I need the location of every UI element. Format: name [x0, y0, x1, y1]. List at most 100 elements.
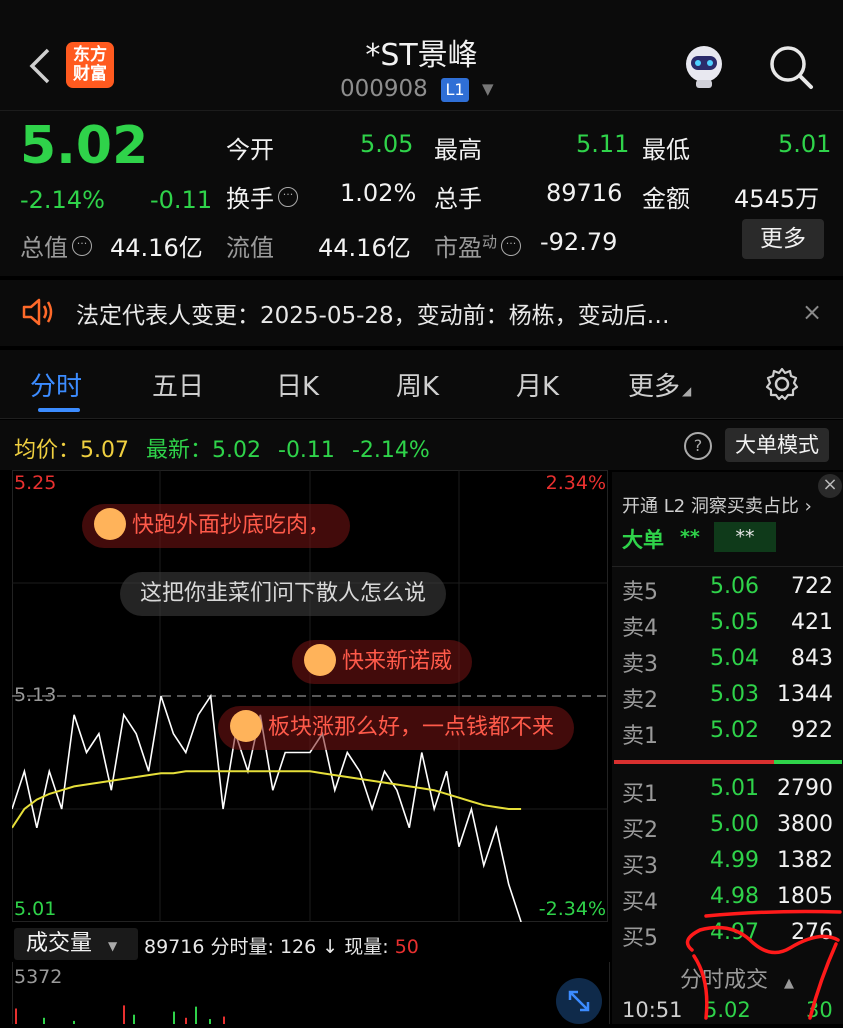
pe-value: -92.79 [540, 228, 618, 256]
comment-text: 快跑外面抄底吃肉， [132, 513, 331, 538]
chevron-down-icon: ▼ [108, 939, 118, 953]
comment-bubble[interactable]: 板块涨那么好，一点钱都不来 [218, 706, 575, 750]
high-label: 最高 [434, 136, 482, 164]
current-volume-label: 现量: [344, 936, 389, 958]
latest-value: 5.02 [212, 438, 261, 463]
robot-assistant-icon[interactable] [678, 40, 730, 92]
pe-superscript: 动 [482, 233, 498, 251]
y-axis-top: 5.25 [14, 472, 57, 494]
order-level-price: 5.05 [710, 610, 759, 635]
y-axis-mid: 5.13 [14, 684, 57, 706]
mktcap-value: 44.16亿 [110, 234, 203, 262]
notice-text[interactable]: 法定代表人变更：2025-05-28，变动前：杨栋，变动后… [76, 296, 670, 330]
avg-label: 均价： [14, 438, 81, 463]
volume-bar [123, 1005, 125, 1024]
mktcap-label[interactable]: 总值 ··· [20, 228, 92, 263]
order-level-price: 4.99 [710, 848, 759, 873]
volume-bar [195, 1006, 197, 1024]
divider [612, 566, 843, 567]
chevron-down-icon[interactable]: ▼ [482, 80, 494, 98]
order-level-qty: 1382 [777, 848, 833, 873]
volume-label: 总手 [434, 185, 482, 213]
tab-daily-k[interactable]: 日K [276, 366, 319, 403]
order-level-label: 买1 [622, 782, 658, 807]
tab-intraday[interactable]: 分时 [30, 366, 82, 403]
pct-axis-top: 2.34% [545, 472, 606, 494]
big-order-mode-button[interactable]: 大单模式 [725, 428, 829, 462]
avg-price-line [12, 770, 522, 829]
minute-volume: 126 [279, 936, 317, 958]
order-level-qty: 2790 [777, 776, 833, 801]
change-percent: -2.14% [20, 186, 105, 214]
volume-max-label: 5372 [14, 966, 63, 988]
close-icon[interactable]: × [818, 474, 842, 498]
tab-five-day[interactable]: 五日 [152, 366, 204, 403]
low-value: 5.01 [778, 130, 832, 158]
big-order-value: ** [680, 526, 700, 548]
close-icon[interactable]: × [802, 298, 822, 326]
order-level-qty: 1344 [777, 682, 833, 707]
tab-more[interactable]: 更多 ◢ [628, 366, 691, 403]
tab-more-label: 更多 [628, 372, 681, 402]
info-icon[interactable]: ··· [72, 236, 92, 256]
volume-total: 89716 [144, 936, 205, 958]
tab-monthly-k[interactable]: 月K [516, 366, 559, 403]
info-icon[interactable]: ··· [278, 187, 298, 207]
latest-change: -0.11 [278, 438, 335, 463]
search-icon[interactable] [766, 42, 816, 92]
expand-icon[interactable] [556, 978, 602, 1024]
order-level-qty: 3800 [777, 812, 833, 837]
last-price: 5.02 [20, 116, 149, 176]
more-button[interactable]: 更多 [742, 219, 824, 259]
order-level-label: 卖4 [622, 616, 658, 641]
amount-value: 4545万 [734, 185, 820, 213]
pe-label-text: 市盈 [434, 234, 482, 262]
volume-stats: 89716 分时量: 126 ↓ 现量: 50 [144, 932, 419, 959]
avatar-emoji-icon [304, 644, 336, 676]
order-level-price: 5.02 [710, 718, 759, 743]
comment-bubble[interactable]: 快来新诺威 [292, 640, 473, 684]
order-level-price: 5.04 [710, 646, 759, 671]
high-value: 5.11 [576, 130, 630, 158]
volume-chart[interactable] [12, 962, 610, 1024]
turnover-value: 1.02% [340, 179, 417, 207]
float-value: 44.16亿 [318, 234, 411, 262]
buy-ratio-bar [774, 760, 842, 764]
order-level-label: 买5 [622, 926, 658, 951]
volume-bar [173, 1011, 175, 1024]
l2-promo-link[interactable]: 开通 L2 洞察买卖占比 › [622, 492, 812, 518]
comment-bubble[interactable]: 这把你韭菜们问下散人怎么说 [120, 572, 447, 616]
order-level-price: 5.06 [710, 574, 759, 599]
gear-icon[interactable] [764, 366, 800, 402]
volume-select-label: 成交量 [26, 931, 93, 956]
pe-label[interactable]: 市盈动 ··· [434, 228, 522, 263]
avatar-emoji-icon [94, 508, 126, 540]
float-label: 流值 [226, 234, 274, 262]
level-badge[interactable]: L1 [441, 78, 469, 102]
open-label: 今开 [226, 136, 274, 164]
big-order-value-box: ** [714, 522, 776, 552]
order-level-qty: 421 [791, 610, 833, 635]
comment-bubble[interactable]: 快跑外面抄底吃肉， [82, 504, 351, 548]
volume-bar [223, 1016, 225, 1024]
avatar-emoji-icon [230, 710, 262, 742]
amount-label: 金额 [642, 185, 690, 213]
info-icon[interactable]: ··· [501, 236, 522, 256]
order-level-price: 5.01 [710, 776, 759, 801]
latest-label: 最新： [146, 438, 213, 463]
comment-text: 这把你韭菜们问下散人怎么说 [140, 581, 427, 606]
help-icon[interactable]: ? [684, 432, 712, 460]
tab-weekly-k[interactable]: 周K [396, 366, 439, 403]
low-label: 最低 [642, 136, 690, 164]
active-tab-indicator [38, 408, 80, 412]
latest-change-pct: -2.14% [351, 438, 430, 463]
triangle-icon: ◢ [682, 384, 692, 398]
volume-value: 89716 [546, 179, 623, 207]
indicator-values: 均价：5.07 最新：5.02 -0.11 -2.14% [14, 432, 430, 464]
speaker-icon [22, 298, 53, 326]
down-arrow-icon: ↓ [322, 936, 339, 958]
comment-text: 快来新诺威 [342, 649, 453, 674]
volume-indicator-select[interactable]: 成交量 ▼ [14, 928, 138, 960]
turnover-label[interactable]: 换手 ··· [226, 179, 298, 214]
order-level-qty: 722 [791, 574, 833, 599]
